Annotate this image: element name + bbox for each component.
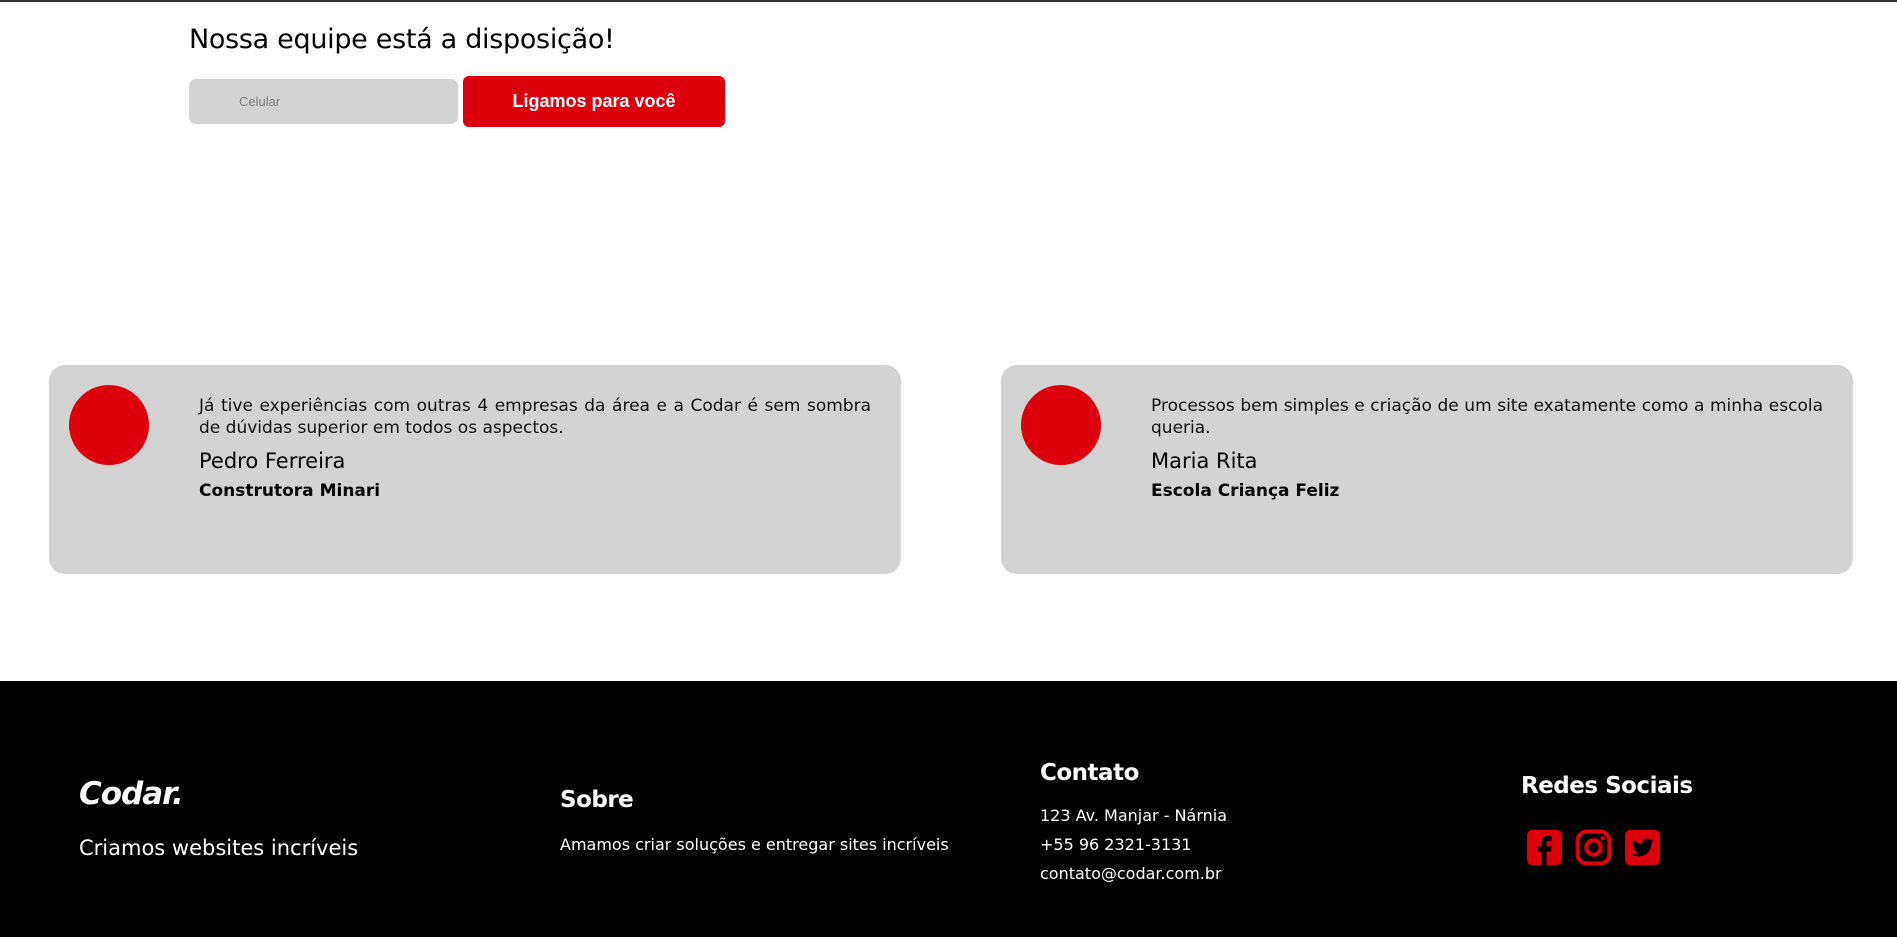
footer-sobre-title: Sobre (560, 787, 634, 813)
callback-form: Ligamos para você (189, 76, 725, 127)
footer-email: contato@codar.com.br (1040, 864, 1222, 883)
testimonial-quote: Processos bem simples e criação de um si… (1151, 396, 1823, 438)
testimonial-author: Maria Rita (1151, 449, 1258, 473)
testimonial-company: Escola Criança Feliz (1151, 481, 1340, 501)
footer-phone: +55 96 2321-3131 (1040, 835, 1192, 854)
footer-contato-title: Contato (1040, 760, 1139, 786)
avatar (1021, 385, 1101, 465)
footer-address: 123 Av. Manjar - Nárnia (1040, 806, 1228, 825)
facebook-icon[interactable] (1526, 827, 1563, 867)
callback-section: Nossa equipe está a disposição! Ligamos … (189, 24, 725, 127)
instagram-icon[interactable] (1575, 827, 1612, 867)
top-divider (0, 0, 1897, 2)
footer-redes-title: Redes Sociais (1521, 773, 1693, 799)
testimonial-quote: Já tive experiências com outras 4 empres… (199, 396, 871, 438)
testimonials-section: Já tive experiências com outras 4 empres… (49, 365, 1853, 574)
testimonial-author: Pedro Ferreira (199, 449, 346, 473)
testimonial-card: Já tive experiências com outras 4 empres… (49, 365, 901, 574)
footer-tagline: Criamos websites incríveis (79, 836, 359, 860)
avatar (69, 385, 149, 465)
testimonial-company: Construtora Minari (199, 481, 381, 501)
phone-input[interactable] (189, 79, 458, 124)
social-links (1526, 827, 1661, 867)
footer-logo[interactable]: Codar. (79, 776, 184, 812)
call-me-button[interactable]: Ligamos para você (463, 76, 725, 127)
testimonial-card: Processos bem simples e criação de um si… (1001, 365, 1853, 574)
footer-sobre-text: Amamos criar soluções e entregar sites i… (560, 835, 949, 854)
callback-title: Nossa equipe está a disposição! (189, 24, 615, 55)
footer: Codar. Criamos websites incríveis Sobre … (0, 681, 1897, 937)
twitter-icon[interactable] (1624, 827, 1661, 867)
